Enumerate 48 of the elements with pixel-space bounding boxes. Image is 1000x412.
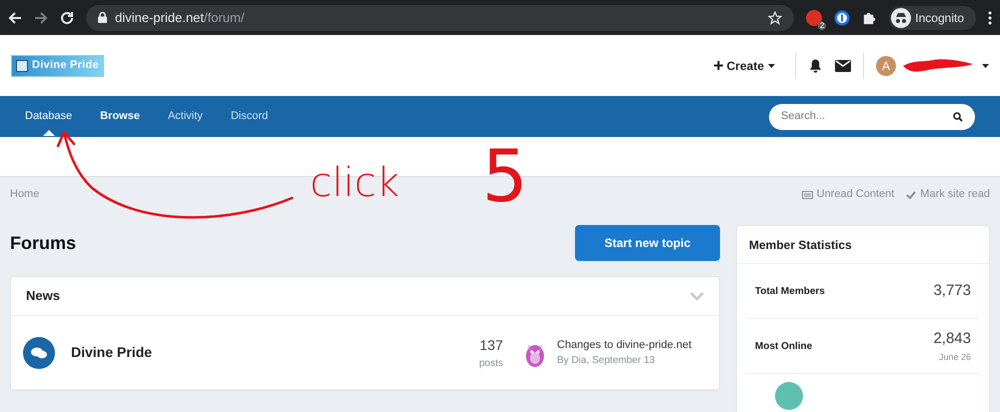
stat-label: Total Members [755, 284, 825, 298]
stat-value: 3,773 [933, 280, 971, 301]
lock-icon [98, 12, 107, 23]
search-icon[interactable] [953, 112, 963, 122]
start-topic-button[interactable]: Start new topic [575, 225, 720, 261]
puzzle-icon[interactable] [862, 10, 878, 25]
last-post-link[interactable]: Changes to divine-pride.net [557, 336, 707, 354]
nav-tab[interactable]: Discord [230, 108, 268, 125]
address-bar[interactable]: divine-pride.net/forum/ [86, 4, 794, 30]
forward-icon[interactable] [34, 10, 48, 24]
back-icon[interactable] [8, 10, 22, 24]
caret-icon [768, 64, 775, 68]
stat-value: 2,843 [933, 329, 971, 349]
nav-tab[interactable]: Activity [168, 108, 203, 125]
url-text: divine-pride.net/forum/ [115, 8, 244, 27]
incognito-chip[interactable]: Incognito [889, 6, 976, 30]
pointer-icon [42, 130, 55, 136]
panel-title: Member Statistics [749, 236, 852, 254]
last-post-meta: By Dia, September 13 [557, 354, 656, 368]
member-avatar [775, 382, 803, 410]
stat-date: June 26 [938, 350, 971, 364]
more-icon[interactable] [988, 10, 992, 24]
profile-label: Incognito [915, 10, 964, 26]
annotation-text: click [310, 163, 400, 203]
caret-icon[interactable] [982, 64, 989, 68]
post-count: 137 [480, 336, 503, 354]
search-field[interactable]: Search... [781, 108, 953, 125]
annotation-number: 5 [482, 140, 528, 212]
nav-tab[interactable]: Database [25, 108, 72, 125]
extension-badge: 2 [818, 22, 826, 30]
page-title: Forums [10, 232, 76, 254]
checkmark-icon [906, 190, 916, 198]
star-icon[interactable] [768, 10, 782, 24]
category-title: News [26, 287, 60, 306]
password-icon[interactable] [834, 10, 850, 26]
forum-icon [23, 336, 55, 368]
reload-icon[interactable] [60, 10, 74, 24]
newspaper-icon [802, 190, 813, 198]
nav-tab[interactable]: Browse [100, 108, 140, 125]
mail-icon[interactable] [835, 60, 851, 72]
incognito-icon [891, 8, 912, 28]
stat-label: Most Online [755, 340, 812, 354]
notification-bell-icon[interactable] [808, 58, 823, 74]
post-label: posts [479, 356, 503, 370]
search-bar[interactable]: Search... [769, 104, 975, 130]
plus-icon [714, 61, 723, 70]
create-button[interactable]: Create [706, 56, 783, 74]
forum-title[interactable]: Divine Pride [71, 342, 152, 363]
